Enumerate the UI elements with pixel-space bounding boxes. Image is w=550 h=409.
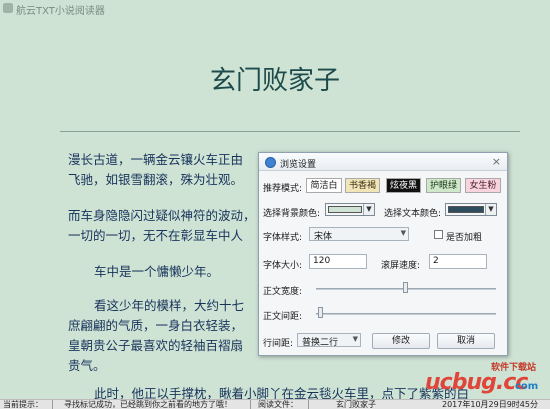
preset-girl-pink-button[interactable]: 女生粉	[465, 178, 501, 193]
title-divider	[60, 131, 520, 132]
status-hint-text: 寻找标记成功，已经跳到你之前看的地方了哦！	[64, 400, 232, 409]
modify-button[interactable]: 修改	[372, 333, 430, 349]
preset-book-brown-button[interactable]: 书香褐	[345, 178, 380, 193]
text-color-picker[interactable]: ▼	[445, 203, 497, 216]
status-separator	[250, 400, 251, 409]
book-title: 玄门败家子	[209, 66, 340, 96]
font-size-input[interactable]: 120	[309, 254, 367, 269]
window-title: 航云TXT小说阅读器	[16, 6, 105, 17]
bold-label: 是否加粗	[446, 233, 483, 243]
watermark-main: ucbug.cc	[425, 370, 528, 395]
line-spacing-label: 行间距:	[263, 339, 294, 349]
text-color-swatch	[448, 206, 484, 213]
line-spacing-select[interactable]: 普换二行 ▼	[297, 333, 361, 348]
watermark-domain: com	[515, 381, 539, 392]
status-hint-label: 当前提示：	[3, 400, 43, 409]
text-line: 漫长古道，一辆金云镶火车正由	[68, 152, 244, 167]
text-line: 庶翩翩的气质，一身白衣轻装，	[68, 318, 244, 333]
text-line: 而车身隐隐闪过疑似神符的波动，	[68, 208, 256, 223]
body-spacing-label: 正文间距:	[263, 312, 303, 322]
bold-checkbox[interactable]	[434, 230, 443, 239]
dialog-titlebar: 浏览设置 ×	[259, 153, 507, 171]
chevron-down-icon: ▼	[485, 204, 496, 215]
chevron-down-icon: ▼	[352, 335, 358, 343]
preset-eye-green-button[interactable]: 护眼绿	[426, 178, 461, 193]
text-line: 一切的一切，无不在彰显车中人	[68, 228, 244, 243]
bg-color-label: 选择背景颜色:	[263, 209, 321, 219]
status-reading-file: 玄门败家子	[336, 400, 376, 409]
font-style-value: 宋体	[314, 232, 333, 242]
close-icon[interactable]: ×	[492, 155, 501, 168]
scroll-speed-input[interactable]: 2	[429, 254, 487, 269]
preset-night-black-button[interactable]: 炫夜黑	[386, 178, 421, 193]
text-line: 车中是一个慵懒少年。	[94, 264, 220, 279]
status-separator	[308, 400, 309, 409]
status-reading-label: 阅读文件：	[258, 400, 298, 409]
app-logo-icon	[3, 3, 13, 13]
body-width-label: 正文宽度:	[263, 287, 303, 297]
font-style-label: 字体样式:	[263, 233, 303, 243]
paragraph: 而车身隐隐闪过疑似神符的波动， 一切的一切，无不在彰显车中人	[68, 206, 256, 246]
text-line: 贵气。	[68, 358, 106, 373]
bg-color-swatch	[328, 206, 362, 213]
text-line: 皇朝贵公子最喜欢的轻袖百褶扇	[68, 338, 244, 353]
bg-color-picker[interactable]: ▼	[325, 203, 375, 216]
chevron-down-icon: ▼	[363, 204, 374, 215]
status-bar: 当前提示： 寻找标记成功，已经跳到你之前看的地方了哦！ 阅读文件： 玄门败家子 …	[0, 399, 550, 409]
line-spacing-value: 普换二行	[302, 338, 339, 348]
text-line: 飞驰，如银雪翻滚，殊为壮观。	[68, 172, 244, 187]
window-titlebar: 航云TXT小说阅读器	[0, 0, 550, 17]
cancel-button[interactable]: 取消	[437, 333, 495, 349]
status-datetime: 2017年10月29日9时45分	[442, 400, 538, 409]
status-separator	[52, 400, 53, 409]
ucbug-watermark-logo: 软件下载站 ucbug.cc com	[419, 360, 550, 398]
scroll-speed-label: 滚屏速度:	[381, 261, 421, 271]
preset-mode-label: 推荐模式:	[263, 184, 303, 194]
dialog-title: 浏览设置	[280, 160, 317, 170]
font-style-select[interactable]: 宋体 ▼	[309, 227, 409, 242]
body-width-slider-thumb[interactable]	[403, 282, 408, 293]
paragraph: 看这少年的模样，大约十七 庶翩翩的气质，一身白衣轻装， 皇朝贵公子最喜欢的轻袖百…	[68, 296, 244, 376]
paragraph: 漫长古道，一辆金云镶火车正由 飞驰，如银雪翻滚，殊为壮观。	[68, 150, 243, 190]
settings-app-icon	[265, 157, 276, 168]
paragraph: 车中是一个慵懒少年。	[94, 262, 219, 282]
body-spacing-slider-thumb[interactable]	[318, 307, 324, 318]
preset-simple-white-button[interactable]: 简洁白	[306, 178, 342, 193]
chevron-down-icon: ▼	[400, 229, 406, 237]
text-color-label: 选择文本颜色:	[384, 209, 442, 219]
font-size-label: 字体大小:	[263, 261, 303, 271]
body-spacing-slider[interactable]	[316, 313, 496, 315]
text-line: 看这少年的模样，大约十七	[94, 298, 245, 313]
